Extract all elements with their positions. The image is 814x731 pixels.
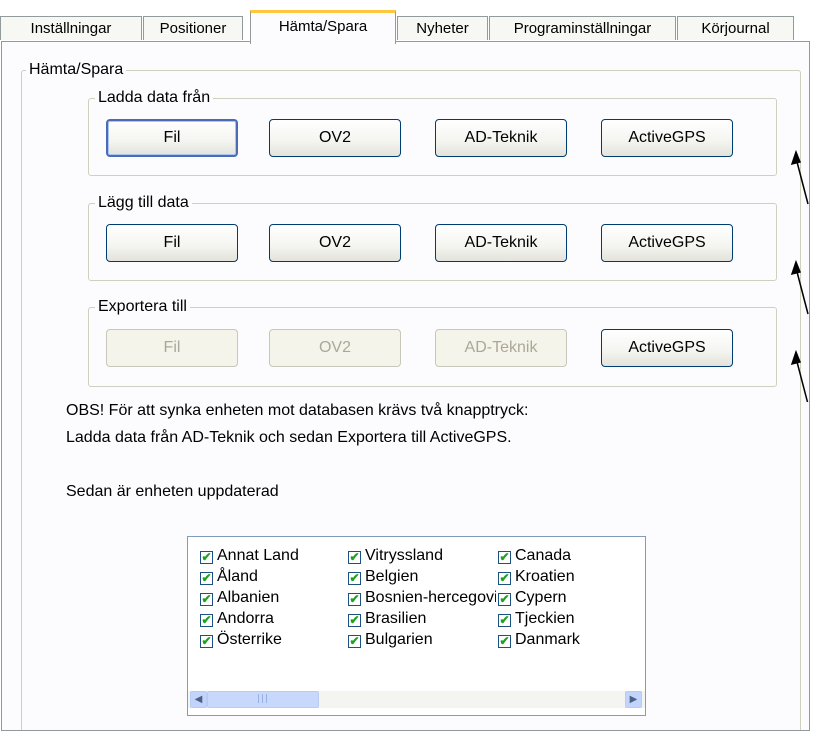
tab-korjournal[interactable]: Körjournal	[677, 16, 794, 40]
country-label: Belgien	[365, 568, 419, 585]
country-label: Andorra	[217, 610, 274, 627]
export-group: Exportera till Fil OV2 AD-Teknik ActiveG…	[88, 297, 777, 387]
export-group-title: Exportera till	[95, 297, 190, 317]
check-icon[interactable]: ✔	[348, 614, 361, 627]
country-item[interactable]: ✔ Andorra	[200, 608, 346, 630]
load-data-group-title: Ladda data från	[95, 88, 214, 108]
tab-positioner[interactable]: Positioner	[143, 16, 243, 40]
country-item[interactable]: ✔ Vitryssland	[348, 545, 496, 567]
check-icon[interactable]: ✔	[498, 614, 511, 627]
load-activegps-button[interactable]: ActiveGPS	[601, 119, 733, 157]
add-data-group: Lägg till data Fil OV2 AD-Teknik ActiveG…	[88, 193, 777, 281]
check-icon[interactable]: ✔	[498, 593, 511, 606]
country-item[interactable]: ✔ Tjeckien	[498, 608, 638, 630]
add-ad-teknik-button[interactable]: AD-Teknik	[435, 224, 567, 262]
check-icon[interactable]: ✔	[200, 635, 213, 648]
country-label: Cypern	[515, 589, 567, 606]
export-ad-teknik-button: AD-Teknik	[435, 329, 567, 367]
country-label: Kroatien	[515, 568, 575, 585]
country-item[interactable]: ✔ Canada	[498, 545, 638, 567]
country-label: Canada	[515, 547, 572, 564]
check-icon[interactable]: ✔	[200, 614, 213, 627]
sync-note-line2: Ladda data från AD-Teknik och sedan Expo…	[66, 429, 512, 446]
tab-bar: Inställningar Positioner Hämta/Spara Nyh…	[0, 10, 814, 44]
country-item[interactable]: ✔ Danmark	[498, 629, 638, 651]
sync-note-line1: OBS! För att synka enheten mot databasen…	[66, 402, 529, 419]
horizontal-scrollbar[interactable]: ◀ ||| ▶	[188, 691, 645, 708]
check-icon[interactable]: ✔	[200, 572, 213, 585]
country-item[interactable]: ✔ Albanien	[200, 587, 346, 609]
tab-nyheter[interactable]: Nyheter	[397, 16, 488, 40]
export-activegps-button[interactable]: ActiveGPS	[601, 329, 733, 367]
check-icon[interactable]: ✔	[498, 572, 511, 585]
tab-hamta-spara[interactable]: Hämta/Spara	[250, 10, 396, 44]
scrollbar-thumb[interactable]: |||	[207, 691, 319, 708]
chevron-right-icon[interactable]: ▶	[625, 691, 642, 708]
country-item[interactable]: ✔ Annat Land	[200, 545, 346, 567]
country-item[interactable]: ✔ Bulgarien	[348, 629, 496, 651]
check-icon[interactable]: ✔	[348, 635, 361, 648]
annotation-arrows	[790, 149, 809, 402]
country-label: Brasilien	[365, 610, 427, 627]
check-icon[interactable]: ✔	[348, 593, 361, 606]
export-ov2-button: OV2	[269, 329, 401, 367]
add-ov2-button[interactable]: OV2	[269, 224, 401, 262]
country-checklist[interactable]: ✔ Annat Land ✔ Vitryssland ✔ Canada ✔ Åland ✔ Bel…	[187, 536, 646, 716]
sync-note-line3: Sedan är enheten uppdaterad	[66, 483, 279, 500]
country-label: Bulgarien	[365, 631, 433, 648]
check-icon[interactable]: ✔	[498, 551, 511, 564]
hamta-spara-group-title: Hämta/Spara	[26, 60, 127, 80]
load-ov2-button[interactable]: OV2	[269, 119, 401, 157]
check-icon[interactable]: ✔	[348, 572, 361, 585]
country-item[interactable]: ✔ Brasilien	[348, 608, 496, 630]
country-label: Albanien	[217, 589, 280, 606]
check-icon[interactable]: ✔	[200, 551, 213, 564]
tab-panel: Hämta/Spara Ladda data från Fil OV2 AD-T…	[1, 41, 810, 731]
add-data-group-title: Lägg till data	[95, 193, 192, 213]
export-fil-button: Fil	[106, 329, 238, 367]
country-label: Bosnien-hercegovina	[365, 589, 496, 606]
country-item[interactable]: ✔ Österrike	[200, 629, 346, 651]
tab-programinstallningar[interactable]: Programinställningar	[489, 16, 676, 40]
check-icon[interactable]: ✔	[348, 551, 361, 564]
country-label: Annat Land	[217, 547, 299, 564]
cropped-caption-strip	[0, 0, 814, 10]
tab-installningar[interactable]: Inställningar	[0, 16, 142, 40]
country-label: Åland	[217, 568, 258, 585]
add-activegps-button[interactable]: ActiveGPS	[601, 224, 733, 262]
load-fil-button[interactable]: Fil	[106, 119, 238, 157]
country-label: Tjeckien	[515, 610, 575, 627]
country-label: Österrike	[217, 631, 282, 648]
check-icon[interactable]: ✔	[498, 635, 511, 648]
country-item[interactable]: ✔ Belgien	[348, 566, 496, 588]
add-fil-button[interactable]: Fil	[106, 224, 238, 262]
country-label: Vitryssland	[365, 547, 443, 564]
load-ad-teknik-button[interactable]: AD-Teknik	[435, 119, 567, 157]
load-data-group: Ladda data från Fil OV2 AD-Teknik Active…	[88, 88, 777, 176]
check-icon[interactable]: ✔	[200, 593, 213, 606]
chevron-left-icon[interactable]: ◀	[190, 691, 207, 708]
country-item[interactable]: ✔ Cypern	[498, 587, 638, 609]
country-item[interactable]: ✔ Bosnien-hercegovina	[348, 587, 496, 609]
country-item[interactable]: ✔ Kroatien	[498, 566, 638, 588]
country-label: Danmark	[515, 631, 580, 648]
country-item[interactable]: ✔ Åland	[200, 566, 346, 588]
